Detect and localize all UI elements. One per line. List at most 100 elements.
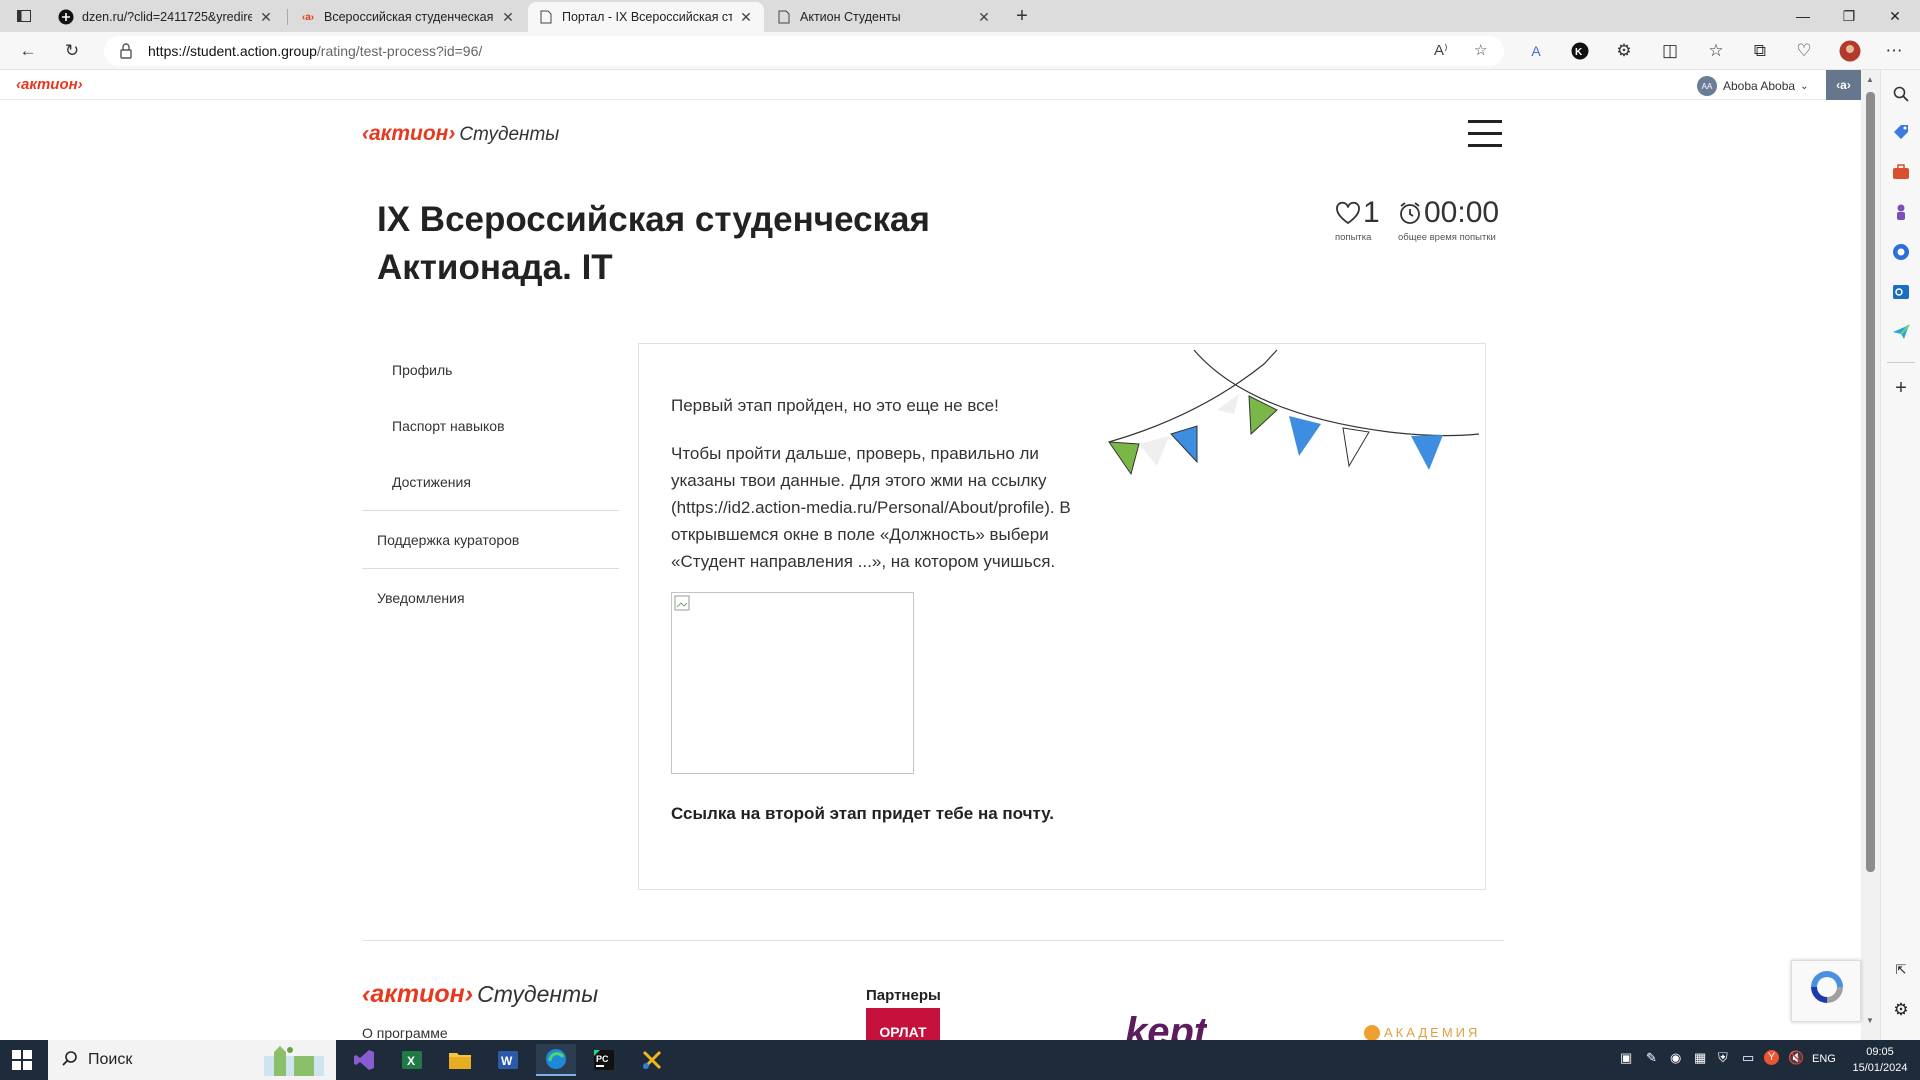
- new-tab-button[interactable]: +: [1008, 4, 1036, 28]
- close-icon[interactable]: ✕: [976, 9, 992, 26]
- aktion-icon: ‹а›: [301, 11, 315, 23]
- broken-image-placeholder: [671, 592, 914, 774]
- tray-volume-icon[interactable]: 🔇: [1788, 1050, 1804, 1066]
- tab-title: dzen.ru/?clid=2411725&yredirect: [82, 10, 252, 24]
- language-indicator[interactable]: ENG: [1812, 1053, 1836, 1065]
- profile-avatar-icon[interactable]: [1836, 38, 1864, 64]
- search-placeholder: Поиск: [88, 1051, 133, 1068]
- tray-app-icon[interactable]: ▦: [1694, 1050, 1706, 1066]
- hamburger-menu-icon[interactable]: [1468, 120, 1504, 148]
- partner-logo-kept[interactable]: kept: [1125, 1012, 1207, 1040]
- tray-teams-icon[interactable]: ▣: [1620, 1050, 1632, 1066]
- browser-tab-aktion-students[interactable]: Актион Студенты ✕: [766, 2, 1002, 32]
- send-icon[interactable]: [1889, 320, 1913, 344]
- browser-tab-portal[interactable]: Портал - IX Всероссийская студ ✕: [528, 2, 764, 32]
- partner-logo-orlat[interactable]: ОРЛАТ: [866, 1008, 940, 1040]
- sidebar-item-curator-support[interactable]: Поддержка кураторов: [377, 532, 519, 548]
- snipping-tool-app-icon[interactable]: [632, 1044, 672, 1076]
- result-card: Первый этап пройден, но это еще не все! …: [638, 343, 1486, 890]
- external-link-icon[interactable]: ⇱: [1889, 958, 1913, 982]
- page-title: IX Всероссийская студенческая Актионада.…: [377, 200, 930, 287]
- site-logo[interactable]: ‹актион› Студенты: [362, 122, 559, 146]
- browser-toolbar: ← ↻ https://student.action.group/rating/…: [0, 32, 1920, 70]
- restore-button[interactable]: ❐: [1826, 0, 1872, 32]
- settings-gear-icon[interactable]: ⚙: [1889, 998, 1913, 1022]
- favorites-icon[interactable]: ☆: [1702, 38, 1730, 64]
- sidebar-item-notifications[interactable]: Уведомления: [377, 590, 465, 606]
- scroll-down-arrow-icon[interactable]: ▼: [1866, 1016, 1874, 1025]
- attempts-stat: 1 попытка: [1335, 196, 1380, 243]
- scroll-thumb[interactable]: [1866, 92, 1875, 872]
- svg-text:K: K: [1575, 47, 1583, 58]
- footer-about-link[interactable]: О программе: [362, 1025, 448, 1040]
- tray-eye-icon[interactable]: ◉: [1670, 1050, 1681, 1066]
- alarm-clock-icon: [1400, 202, 1420, 224]
- windows-taskbar: Поиск X W PC ▣ ✎ ◉ ▦ ⛨ ▭ Y 🔇 ENG 09:05 1…: [0, 1040, 1920, 1080]
- tab-actions-icon[interactable]: [10, 4, 38, 28]
- broken-image-icon: [674, 595, 690, 611]
- search-icon[interactable]: [1889, 82, 1913, 106]
- url-path: /rating/test-process?id=96/: [316, 43, 483, 59]
- add-icon[interactable]: +: [1889, 376, 1913, 400]
- shopping-tag-icon[interactable]: [1889, 120, 1913, 144]
- tray-shield-icon[interactable]: ⛨: [1718, 1050, 1728, 1066]
- taskbar-clock[interactable]: 09:05 15/01/2024: [1845, 1044, 1915, 1076]
- close-icon[interactable]: ✕: [500, 9, 516, 26]
- footer-logo-aktion: ‹актион›: [362, 980, 474, 1008]
- svg-text:PC: PC: [596, 1054, 609, 1064]
- footer-logo-students: Студенты: [477, 981, 599, 1007]
- window-close-button[interactable]: ✕: [1872, 0, 1918, 32]
- edge-app-icon[interactable]: [536, 1044, 576, 1076]
- split-screen-icon[interactable]: ◫: [1656, 38, 1684, 64]
- favorite-star-icon[interactable]: ☆: [1474, 41, 1487, 59]
- refresh-button[interactable]: ↻: [58, 38, 86, 64]
- visual-studio-app-icon[interactable]: [344, 1044, 384, 1076]
- file-explorer-app-icon[interactable]: [440, 1044, 480, 1076]
- user-name: Aboba Aboba: [1723, 79, 1796, 93]
- outlook-icon[interactable]: [1889, 280, 1913, 304]
- sidebar-item-profile[interactable]: Профиль: [392, 362, 452, 378]
- tools-icon[interactable]: [1889, 160, 1913, 184]
- extensions-icon[interactable]: ⚙: [1610, 38, 1638, 64]
- excel-app-icon[interactable]: X: [392, 1044, 432, 1076]
- back-button[interactable]: ←: [14, 38, 42, 64]
- address-bar[interactable]: https://student.action.group/rating/test…: [104, 36, 1504, 66]
- close-icon[interactable]: ✕: [738, 9, 754, 26]
- windows-start-icon[interactable]: [12, 1050, 32, 1070]
- user-menu[interactable]: AA Aboba Aboba ⌄: [1697, 76, 1808, 96]
- browser-essentials-icon[interactable]: ♡: [1790, 38, 1818, 64]
- taskbar-search-box[interactable]: Поиск: [48, 1040, 336, 1080]
- sidebar-item-skills-passport[interactable]: Паспорт навыков: [392, 418, 505, 434]
- browser-tab-olympiad[interactable]: ‹а› Всероссийская студенческая ол ✕: [290, 2, 526, 32]
- footer-logo[interactable]: ‹актион› Студенты: [362, 980, 598, 1009]
- pycharm-app-icon[interactable]: PC: [584, 1044, 624, 1076]
- browser-tab-dzen[interactable]: dzen.ru/?clid=2411725&yredirect ✕: [48, 2, 284, 32]
- partner-logo-academy[interactable]: АКАДЕМИЯ: [1364, 1025, 1480, 1040]
- browser-tab-strip: dzen.ru/?clid=2411725&yredirect ✕ ‹а› Вс…: [0, 0, 1920, 32]
- page-scrollbar[interactable]: ▲ ▼: [1861, 70, 1880, 1040]
- games-icon[interactable]: [1889, 200, 1913, 224]
- sidebar-item-achievements[interactable]: Достижения: [392, 474, 471, 490]
- scroll-up-arrow-icon[interactable]: ▲: [1866, 75, 1874, 84]
- tray-yandex-icon[interactable]: Y: [1764, 1050, 1779, 1065]
- close-icon[interactable]: ✕: [258, 9, 274, 26]
- vk-extension-icon[interactable]: K: [1566, 38, 1594, 64]
- word-app-icon[interactable]: W: [488, 1044, 528, 1076]
- attempts-label: попытка: [1335, 232, 1372, 243]
- aktion-brand-link[interactable]: ‹актион›: [16, 76, 83, 93]
- office-icon[interactable]: [1889, 240, 1913, 264]
- recaptcha-badge[interactable]: [1791, 960, 1861, 1022]
- collections-icon[interactable]: ⧉: [1746, 38, 1774, 64]
- more-menu-icon[interactable]: ⋯: [1880, 38, 1908, 64]
- tray-display-icon[interactable]: ▭: [1742, 1050, 1754, 1066]
- read-aloud-icon[interactable]: A⁾: [1434, 41, 1448, 59]
- avatar: AA: [1697, 76, 1717, 96]
- main-page: ‹актион› Студенты IX Всероссийская студе…: [0, 100, 1861, 1040]
- translate-extension-icon[interactable]: A: [1522, 38, 1550, 64]
- aktion-badge-icon[interactable]: ‹а›: [1826, 70, 1861, 100]
- footer-divider: [362, 940, 1504, 941]
- minimize-button[interactable]: —: [1780, 0, 1826, 32]
- url-text: https://student.action.group/rating/test…: [148, 43, 482, 59]
- clock-date: 15/01/2024: [1852, 1062, 1908, 1074]
- tray-pen-icon[interactable]: ✎: [1646, 1050, 1657, 1066]
